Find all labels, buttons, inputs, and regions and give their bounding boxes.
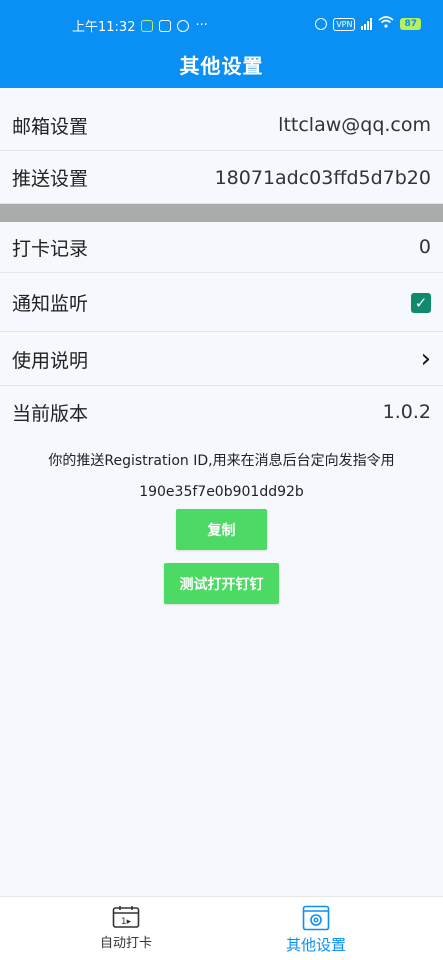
- top-bar: 上午11:32 ··· VPN 87 其他设置: [0, 0, 443, 88]
- copy-button[interactable]: 复制: [176, 509, 267, 550]
- current-version-value: 1.0.2: [382, 401, 431, 423]
- usage-instructions-label: 使用说明: [12, 349, 89, 372]
- signal-icon: [361, 18, 373, 30]
- push-setting-value: 18071adc03ffd5d7b20: [214, 166, 431, 189]
- notification-listener-checkbox[interactable]: ✓: [411, 292, 431, 313]
- status-time: 上午11:32: [72, 20, 136, 35]
- notification-listener-row[interactable]: 通知监听 ✓: [0, 274, 443, 332]
- page-title: 其他设置: [179, 54, 264, 78]
- tab-other-settings[interactable]: 其他设置: [256, 905, 376, 955]
- settings-icon: [256, 905, 376, 931]
- checkin-records-label: 打卡记录: [12, 237, 89, 260]
- checkin-records-row[interactable]: 打卡记录 0: [0, 222, 443, 273]
- notification-listener-label: 通知监听: [12, 293, 89, 315]
- tab-other-settings-label: 其他设置: [285, 936, 346, 954]
- email-setting-row[interactable]: 邮箱设置 lttclaw@qq.com: [0, 100, 443, 151]
- status-bar: 上午11:32 ··· VPN 87: [0, 12, 443, 36]
- battery-icon: 87: [400, 18, 421, 30]
- calendar-icon: 1▸: [66, 905, 186, 929]
- email-setting-value: lttclaw@qq.com: [278, 114, 431, 136]
- registration-id-description: 你的推送Registration ID,用来在消息后台定向发指令用: [48, 453, 395, 469]
- tab-auto-checkin[interactable]: 1▸ 自动打卡: [66, 905, 186, 951]
- checkin-records-count: 0: [418, 236, 431, 258]
- tab-auto-checkin-label: 自动打卡: [99, 936, 152, 951]
- email-setting-label: 邮箱设置: [12, 115, 89, 138]
- section-divider: [0, 204, 443, 222]
- current-version-label: 当前版本: [12, 402, 89, 425]
- push-setting-row[interactable]: 推送设置 18071adc03ffd5d7b20: [0, 152, 443, 204]
- svg-text:1▸: 1▸: [121, 917, 132, 927]
- registration-id-value: 190e35f7e0b901dd92b: [139, 484, 304, 500]
- wifi-icon: [378, 16, 394, 32]
- chevron-right-icon: ›: [420, 344, 431, 374]
- push-setting-label: 推送设置: [12, 168, 89, 190]
- bottom-nav: 1▸ 自动打卡 其他设置: [0, 896, 443, 960]
- usage-instructions-row[interactable]: 使用说明 ›: [0, 333, 443, 386]
- test-open-dingtalk-button[interactable]: 测试打开钉钉: [164, 563, 279, 604]
- weather-icon: [177, 19, 190, 32]
- alarm-icon: [315, 18, 328, 30]
- more-notifications: ···: [195, 18, 208, 33]
- vpn-icon: VPN: [333, 17, 356, 31]
- current-version-row: 当前版本 1.0.2: [0, 386, 443, 438]
- message-icon: [159, 19, 172, 32]
- app-notification-icon: [141, 19, 154, 32]
